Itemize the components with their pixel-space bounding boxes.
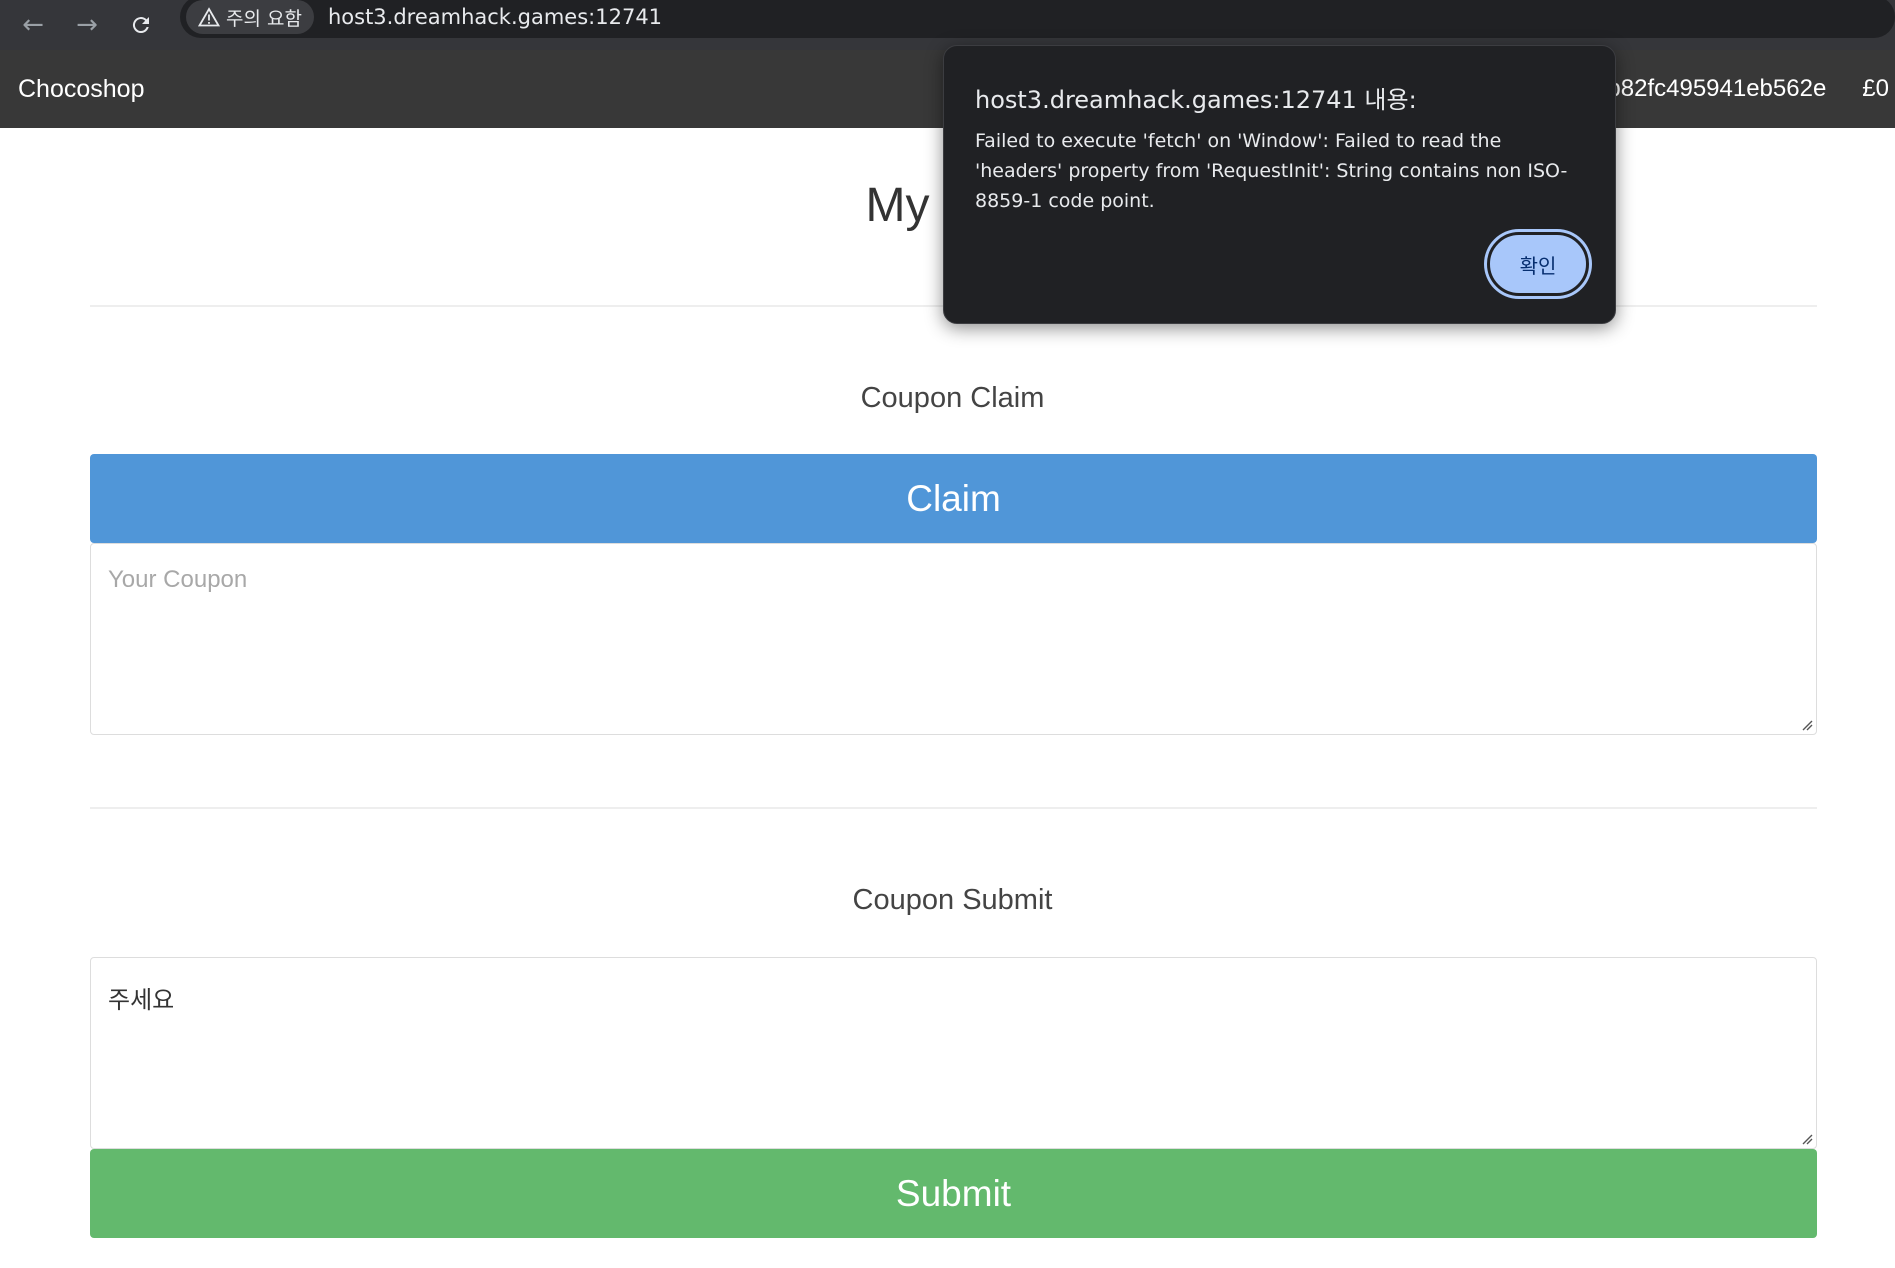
dialog-title: host3.dreamhack.games:12741 내용: xyxy=(975,86,1417,114)
dialog-message: Failed to execute 'fetch' on 'Window': F… xyxy=(975,130,1568,212)
security-chip[interactable]: 주의 요함 xyxy=(186,0,314,34)
url-text[interactable]: host3.dreamhack.games:12741 xyxy=(328,5,662,29)
dialog-ok-button[interactable]: 확인 xyxy=(1487,232,1589,296)
browser-toolbar: ← → 주의 요함 host3.dreamhack.games:12741 xyxy=(0,0,1895,50)
reload-icon[interactable] xyxy=(124,8,158,42)
coupon-input-textarea[interactable]: 주세요 xyxy=(90,957,1817,1149)
session-id: b82fc495941eb562e xyxy=(1607,75,1827,102)
coupon-output-textarea[interactable]: Your Coupon xyxy=(90,543,1817,735)
brand-link[interactable]: Chocoshop xyxy=(18,75,144,104)
submit-button[interactable]: Submit xyxy=(90,1149,1817,1238)
arrow-right-icon[interactable]: → xyxy=(70,8,104,42)
resize-grip-icon[interactable] xyxy=(1799,1131,1813,1145)
balance: £0 xyxy=(1862,75,1889,102)
security-label: 주의 요함 xyxy=(226,7,302,30)
divider xyxy=(90,807,1817,809)
resize-grip-icon[interactable] xyxy=(1799,717,1813,731)
address-bar[interactable]: 주의 요함 host3.dreamhack.games:12741 xyxy=(180,0,1895,38)
claim-button[interactable]: Claim xyxy=(90,454,1817,543)
coupon-placeholder: Your Coupon xyxy=(108,566,248,593)
coupon-claim-heading: Coupon Claim xyxy=(860,382,1045,414)
coupon-input-value: 주세요 xyxy=(108,987,175,1014)
arrow-left-icon[interactable]: ← xyxy=(16,8,50,42)
alert-dialog: host3.dreamhack.games:12741 내용: Failed t… xyxy=(943,45,1616,324)
warning-triangle-icon xyxy=(198,7,220,27)
coupon-submit-heading: Coupon Submit xyxy=(852,884,1053,916)
